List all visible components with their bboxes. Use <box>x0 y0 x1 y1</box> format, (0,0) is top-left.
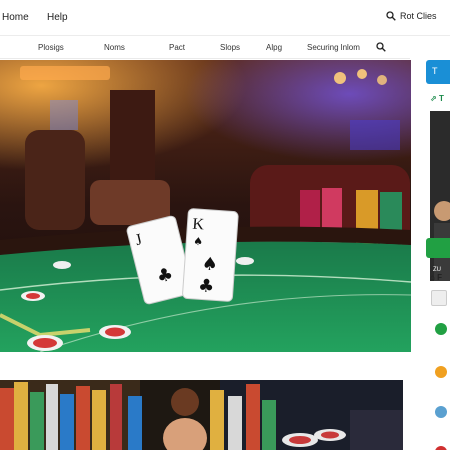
badge-icon <box>435 446 447 450</box>
top-bar: Home Help Rot Clies <box>0 0 450 36</box>
search-icon <box>386 11 396 21</box>
top-search-label: Rot Clies <box>400 11 437 21</box>
page: Home Help Rot Clies Plosigs Noms Pact Sl… <box>0 0 450 450</box>
sidebar-top-button[interactable]: T <box>426 60 450 84</box>
category-link[interactable]: Alpg <box>266 43 282 52</box>
category-bar: Plosigs Noms Pact Slops Alpg Securing ln… <box>0 37 410 59</box>
sidebar-card-icon <box>431 290 447 306</box>
hero-image[interactable]: J ♣ K ♠ ♠ ♣ <box>0 60 411 352</box>
category-link[interactable]: Slops <box>220 43 240 52</box>
svg-text:K: K <box>192 216 205 234</box>
search-icon[interactable] <box>376 42 386 52</box>
sidebar-section-label: F <box>437 273 442 282</box>
home-icon: ⌂ <box>430 273 435 282</box>
sidebar-green-button[interactable] <box>426 238 450 258</box>
sidebar-trending-label: T <box>438 94 444 103</box>
svg-text:♣: ♣ <box>197 275 215 297</box>
category-link[interactable]: Plosigs <box>38 43 64 52</box>
top-search-button[interactable]: Rot Clies <box>386 11 437 21</box>
svg-text:♠: ♠ <box>193 235 204 249</box>
category-link[interactable]: Pact <box>169 43 185 52</box>
sidebar-top-button-label: T <box>432 66 438 76</box>
right-sidebar: T ⇗ T ZU ⌂ F <box>422 58 450 450</box>
svg-text:♠: ♠ <box>201 253 219 275</box>
coin-icon <box>435 366 447 378</box>
trending-icon: ⇗ <box>430 94 437 103</box>
sidebar-section-heading: ⌂ F <box>430 273 442 282</box>
check-icon <box>435 323 447 335</box>
nav-help-link[interactable]: Help <box>47 12 68 23</box>
promo-image[interactable] <box>0 380 403 450</box>
category-link[interactable]: Securing lnlom <box>307 43 360 52</box>
avatar-icon <box>435 406 447 418</box>
sidebar-trending-heading: ⇗ T <box>430 94 444 103</box>
category-link[interactable]: Noms <box>104 43 125 52</box>
nav-home-link[interactable]: Home <box>2 12 29 23</box>
